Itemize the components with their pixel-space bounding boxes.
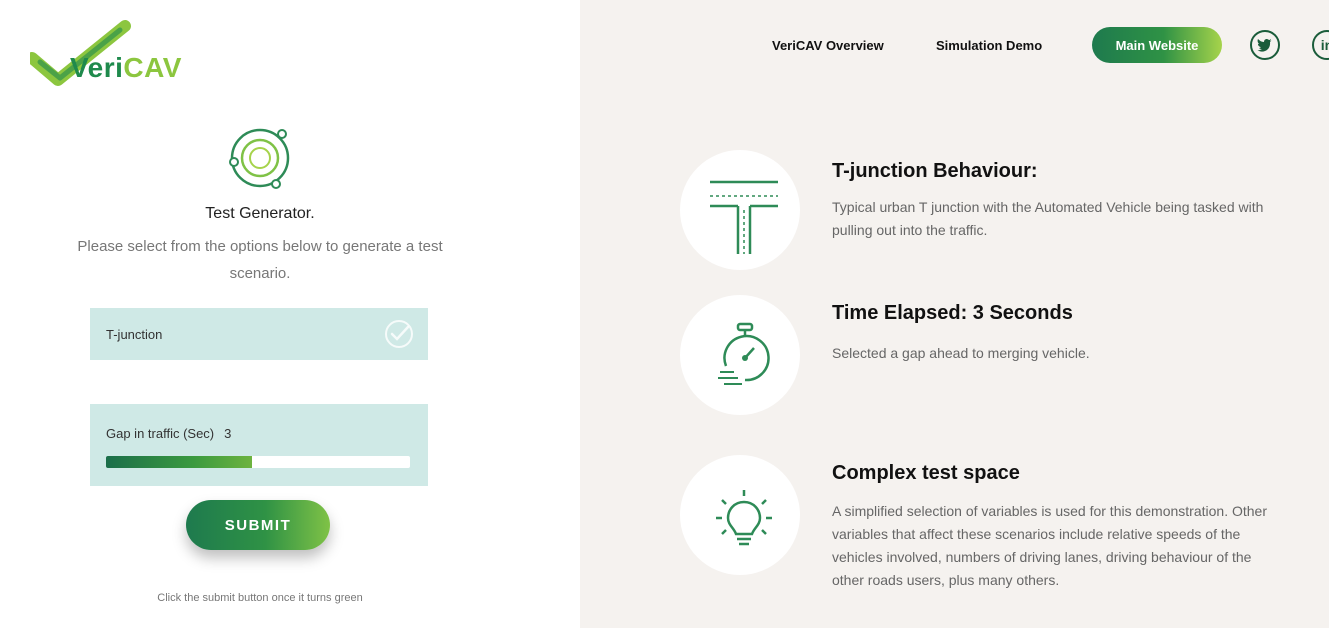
gap-slider-fill xyxy=(106,456,252,468)
gap-label: Gap in traffic (Sec) xyxy=(106,426,215,441)
logo-text-cav: CAV xyxy=(123,52,182,83)
main-website-button[interactable]: Main Website xyxy=(1092,27,1222,63)
test-generator-panel: VeriCAV Test Generator. Please select fr… xyxy=(0,0,580,628)
vericav-logo[interactable]: VeriCAV xyxy=(70,52,182,84)
gap-value: 3 xyxy=(224,426,232,441)
feature-text-time-elapsed: Selected a gap ahead to merging vehicle. xyxy=(832,345,1090,361)
twitter-bird-icon xyxy=(1257,38,1272,52)
gap-in-traffic-control: Gap in traffic (Sec) 3 xyxy=(90,404,428,486)
t-junction-icon xyxy=(710,180,778,254)
test-generator-icon xyxy=(229,128,290,189)
twitter-icon[interactable] xyxy=(1250,30,1280,60)
stopwatch-icon xyxy=(718,322,770,385)
logo-text-veri: Veri xyxy=(70,52,124,83)
feature-title-complex-test-space: Complex test space xyxy=(832,462,1020,484)
feature-title-t-junction: T-junction Behaviour: xyxy=(832,160,1038,182)
nav-link-vericav-overview[interactable]: VeriCAV Overview xyxy=(772,38,884,53)
lightbulb-icon xyxy=(716,490,772,546)
gap-slider[interactable] xyxy=(106,456,410,468)
gap-label-row: Gap in traffic (Sec) 3 xyxy=(106,426,412,441)
check-circle-icon xyxy=(385,320,413,348)
feature-text-complex-test-space: A simplified selection of variables is u… xyxy=(832,503,1267,588)
feature-title-time-elapsed: Time Elapsed: 3 Seconds xyxy=(832,302,1073,324)
feature-text-t-junction: Typical urban T junction with the Automa… xyxy=(832,199,1264,238)
info-panel: VeriCAV Overview Simulation Demo Main We… xyxy=(580,0,1329,628)
submit-button[interactable]: SUBMIT xyxy=(186,500,330,550)
linkedin-glyph: in xyxy=(1320,37,1329,53)
submit-hint: Click the submit button once it turns gr… xyxy=(157,592,363,604)
generator-title: Test Generator. xyxy=(205,205,315,222)
linkedin-icon[interactable]: in xyxy=(1312,30,1329,60)
generator-description: Please select from the options below to … xyxy=(77,238,443,282)
scenario-select[interactable]: T-junction xyxy=(90,308,428,360)
nav-link-simulation-demo[interactable]: Simulation Demo xyxy=(936,38,1042,53)
scenario-select-value: T-junction xyxy=(106,326,163,342)
